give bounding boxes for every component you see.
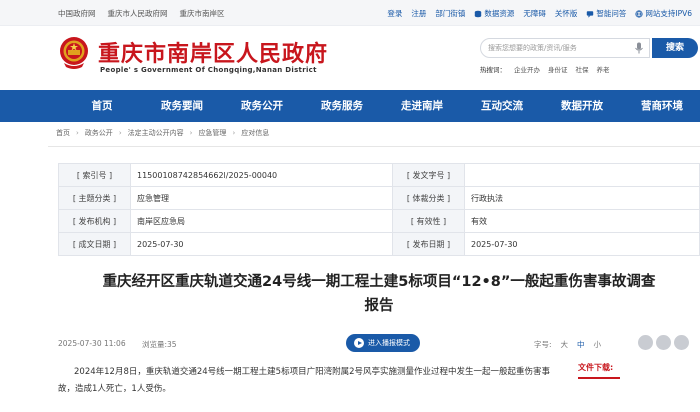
breadcrumb-item[interactable]: 应对信息: [241, 128, 269, 138]
table-row: [ 索引号 ] 11500108742854662l/2025-00040 [ …: [58, 163, 700, 187]
link-gov-cn[interactable]: 中国政府网: [58, 8, 96, 19]
top-left-links: 中国政府网 重庆市人民政府网 重庆市南岸区: [58, 8, 225, 19]
info-value: 有效: [464, 209, 700, 233]
data-link[interactable]: 数据资源: [474, 8, 514, 19]
table-row: [ 发布机构 ] 南岸区应急局 [ 有效性 ] 有效: [58, 209, 700, 233]
wechat-icon[interactable]: [656, 335, 671, 350]
info-value: 2025-07-30: [130, 232, 393, 256]
qa-link[interactable]: 智能问答: [586, 8, 626, 19]
nav-item-home[interactable]: 首页: [62, 90, 142, 122]
login-link[interactable]: 登录: [387, 8, 402, 19]
link-cq-gov[interactable]: 重庆市人民政府网: [108, 8, 168, 19]
accessibility-link[interactable]: 无障碍: [523, 8, 546, 19]
info-key: [ 体裁分类 ]: [392, 186, 465, 210]
breadcrumb-separator-icon: ›: [76, 129, 79, 137]
font-size-small[interactable]: 小: [594, 339, 602, 350]
info-value: 南岸区应急局: [130, 209, 393, 233]
info-key: [ 主题分类 ]: [58, 186, 131, 210]
link-nanan[interactable]: 重庆市南岸区: [180, 8, 225, 19]
document-info-table: [ 索引号 ] 11500108742854662l/2025-00040 [ …: [58, 163, 700, 256]
table-row: [ 主题分类 ] 应急管理 [ 体裁分类 ] 行政执法: [58, 186, 700, 210]
font-size-large[interactable]: 大: [561, 339, 569, 350]
font-size-switcher: 字号: 大 中 小: [534, 339, 601, 350]
top-right-links: 登录 注册 部门街镇 数据资源 无障碍 关怀版 智能问答 网站支持IPV6: [387, 8, 692, 19]
share-buttons: [638, 335, 689, 350]
nav-item-data[interactable]: 数据开放: [542, 90, 622, 122]
info-key: [ 发布机构 ]: [58, 209, 131, 233]
site-header: 重庆市南岸区人民政府 People' s Government Of Chong…: [0, 26, 700, 90]
article-body: 2024年12月8日，重庆轨道交通24号线一期工程土建5标项目广阳湾附属2号风亭…: [58, 367, 550, 394]
register-link[interactable]: 注册: [411, 8, 426, 19]
file-download-heading: 文件下载:: [578, 363, 614, 372]
broadcast-label: 进入播报模式: [368, 339, 410, 347]
search-box: 搜索您想要的政策/资讯/服务 搜索: [480, 38, 698, 58]
nav-item-service[interactable]: 政务服务: [302, 90, 382, 122]
play-icon: [354, 338, 364, 348]
national-emblem-icon: [60, 37, 88, 69]
microphone-icon[interactable]: [634, 42, 644, 54]
article-title: 重庆经开区重庆轨道交通24号线一期工程土建5标项目“12•8”一般起重伤害事故调…: [58, 270, 700, 318]
globe-icon: [635, 9, 643, 18]
nav-item-business[interactable]: 营商环境: [622, 90, 700, 122]
divider: [48, 146, 700, 147]
table-row: [ 成文日期 ] 2025-07-30 [ 发布日期 ] 2025-07-30: [58, 232, 700, 256]
download-underline: [578, 377, 620, 379]
article-title-line: 报告: [364, 298, 394, 314]
ipv6-label: 网站支持IPV6: [645, 9, 692, 18]
hot-item[interactable]: 养老: [597, 64, 610, 74]
nav-item-interaction[interactable]: 互动交流: [462, 90, 542, 122]
font-size-medium[interactable]: 中: [577, 339, 585, 350]
nav-item-about[interactable]: 走进南岸: [382, 90, 462, 122]
breadcrumb-item[interactable]: 法定主动公开内容: [128, 128, 184, 138]
article-meta: 2025-07-30 11:06 浏览量:35 进入播报模式 字号: 大 中 小: [58, 334, 700, 354]
broadcast-mode-button[interactable]: 进入播报模式: [346, 334, 420, 352]
dept-link[interactable]: 部门街镇: [435, 8, 465, 19]
data-link-label: 数据资源: [484, 9, 515, 18]
info-value: [464, 163, 700, 187]
info-key: [ 发布日期 ]: [392, 232, 465, 256]
breadcrumb-item[interactable]: 首页: [56, 128, 70, 138]
publish-date: 2025-07-30 11:06: [58, 339, 126, 348]
site-title[interactable]: 重庆市南岸区人民政府: [98, 36, 328, 68]
weibo-icon[interactable]: [638, 335, 653, 350]
site-subtitle: People' s Government Of Chongqing,Nanan …: [100, 66, 317, 74]
info-value: 行政执法: [464, 186, 700, 210]
font-size-label: 字号:: [534, 340, 552, 349]
search-button[interactable]: 搜索: [652, 38, 698, 58]
search-input[interactable]: 搜索您想要的政策/资讯/服务: [480, 38, 650, 58]
top-bar: 中国政府网 重庆市人民政府网 重庆市南岸区 登录 注册 部门街镇 数据资源 无障…: [0, 0, 700, 26]
chat-icon: [587, 10, 594, 18]
breadcrumb-separator-icon: ›: [232, 129, 236, 137]
hot-item[interactable]: 企业开办: [514, 64, 540, 74]
info-value: 11500108742854662l/2025-00040: [130, 163, 393, 187]
ipv6-badge: 网站支持IPV6: [635, 8, 692, 19]
view-count: 浏览量:35: [142, 340, 177, 349]
info-key: [ 有效性 ]: [392, 209, 465, 233]
breadcrumb-separator-icon: ›: [189, 129, 193, 137]
article-title-line: 重庆经开区重庆轨道交通24号线一期工程土建5标项目“12•8”一般起重伤害事故调…: [102, 274, 656, 290]
hot-item[interactable]: 社保: [576, 64, 589, 74]
hot-item[interactable]: 身份证: [548, 64, 568, 74]
info-key: [ 索引号 ]: [58, 163, 131, 187]
care-link[interactable]: 关怀版: [555, 8, 578, 19]
breadcrumb: 首页 › 政务公开 › 法定主动公开内容 › 应急管理 › 应对信息: [56, 128, 269, 138]
breadcrumb-item[interactable]: 应急管理: [198, 128, 226, 138]
hot-search-label: 热搜词：: [480, 66, 506, 74]
info-key: [ 成文日期 ]: [58, 232, 131, 256]
qa-link-label: 智能问答: [596, 9, 627, 18]
qzone-icon[interactable]: [674, 335, 689, 350]
info-key: [ 发文字号 ]: [392, 163, 465, 187]
breadcrumb-separator-icon: ›: [118, 129, 122, 137]
nav-item-open[interactable]: 政务公开: [222, 90, 302, 122]
info-value: 2025-07-30: [464, 232, 700, 256]
database-icon: [475, 10, 482, 17]
info-value: 应急管理: [130, 186, 393, 210]
hot-search: 热搜词： 企业开办 身份证 社保 养老: [480, 64, 610, 74]
breadcrumb-item[interactable]: 政务公开: [85, 128, 113, 138]
main-nav: 首页 政务要闻 政务公开 政务服务 走进南岸 互动交流 数据开放 营商环境: [0, 90, 700, 122]
nav-item-news[interactable]: 政务要闻: [142, 90, 222, 122]
